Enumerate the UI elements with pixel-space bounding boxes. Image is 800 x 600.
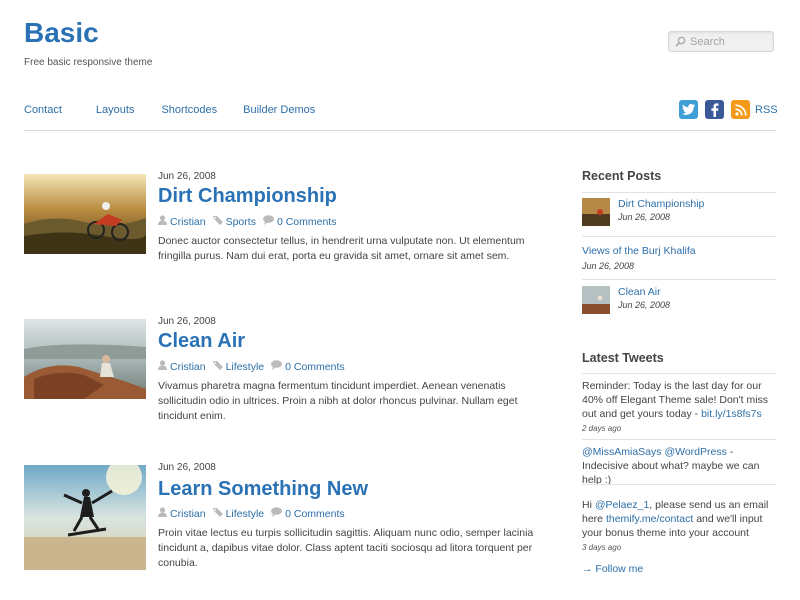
tweet-mention[interactable]: @MissAmiaSays (582, 446, 662, 458)
category-icon (212, 215, 223, 228)
tweet-time: 2 days ago (582, 424, 622, 433)
recent-post-thumbnail[interactable] (582, 198, 610, 226)
comment-icon (262, 215, 274, 228)
search-box[interactable] (668, 31, 774, 52)
post-date: Jun 26, 2008 (158, 171, 216, 182)
nav-item-layouts[interactable]: Layouts (96, 104, 135, 116)
post-meta: Cristian Lifestyle 0 Comments (158, 360, 352, 373)
recent-post-link[interactable]: Dirt Championship (618, 198, 704, 210)
post-meta: Cristian Lifestyle 0 Comments (158, 507, 352, 520)
post-thumbnail[interactable] (24, 174, 146, 254)
tweet-mention[interactable]: @WordPress (664, 446, 726, 458)
tweet-link[interactable]: bit.ly/1s8fs7s (701, 408, 762, 420)
nav-item-shortcodes[interactable]: Shortcodes (161, 104, 217, 116)
recent-post-thumbnail[interactable] (582, 286, 610, 314)
post-author-link[interactable]: Cristian (170, 508, 206, 520)
post-title[interactable]: Learn Something New (158, 478, 368, 501)
category-icon (212, 507, 223, 520)
follow-me-link[interactable]: → Follow me (582, 563, 643, 575)
widget-divider (582, 279, 776, 280)
site-description: Free basic responsive theme (24, 57, 153, 68)
author-icon (158, 507, 167, 520)
facebook-icon[interactable] (705, 100, 724, 119)
post-category-link[interactable]: Sports (226, 216, 256, 228)
rss-icon[interactable] (731, 100, 750, 119)
post-author-link[interactable]: Cristian (170, 361, 206, 373)
post-comments-link[interactable]: 0 Comments (285, 361, 345, 373)
tweet-text: Hi @Pelaez_1, please send us an email he… (582, 499, 769, 539)
post-comments-link[interactable]: 0 Comments (277, 216, 337, 228)
post-excerpt: Proin vitae lectus eu turpis sollicitudi… (158, 527, 534, 569)
recent-post-date: Jun 26, 2008 (582, 261, 635, 271)
social-links: RSS (679, 100, 778, 119)
nav-item-builder-demos[interactable]: Builder Demos (243, 104, 315, 116)
tweet-link[interactable]: themify.me/contact (606, 513, 693, 525)
post-date: Jun 26, 2008 (158, 316, 216, 327)
tweet-time: 3 days ago (582, 543, 622, 552)
author-icon (158, 360, 167, 373)
widget-divider (582, 192, 776, 193)
recent-post-link[interactable]: Views of the Burj Khalifa (582, 245, 696, 257)
comment-icon (271, 507, 283, 520)
post-category-link[interactable]: Lifestyle (226, 361, 265, 373)
tweet-text: @MissAmiaSays @WordPress - Indecisive ab… (582, 446, 760, 486)
recent-post-date: Jun 26, 2008 (618, 212, 671, 222)
post-title[interactable]: Clean Air (158, 330, 245, 353)
post-meta: Cristian Sports 0 Comments (158, 215, 343, 228)
widget-divider (582, 484, 776, 485)
tweet-mention[interactable]: @Pelaez_1 (595, 499, 649, 511)
search-icon (675, 36, 686, 47)
main-nav: Contact Layouts Shortcodes Builder Demos (24, 104, 315, 116)
comment-icon (271, 360, 283, 373)
nav-divider (24, 130, 776, 131)
post-category-link[interactable]: Lifestyle (226, 508, 265, 520)
post-title[interactable]: Dirt Championship (158, 185, 337, 208)
post-comments-link[interactable]: 0 Comments (285, 508, 345, 520)
widget-divider (582, 236, 776, 237)
post-thumbnail[interactable] (24, 319, 146, 399)
rss-link[interactable]: RSS (755, 104, 778, 116)
site-title[interactable]: Basic (24, 17, 99, 49)
author-icon (158, 215, 167, 228)
widget-divider (582, 439, 776, 440)
tweet-text: Reminder: Today is the last day for our … (582, 380, 769, 420)
recent-post-link[interactable]: Clean Air (618, 286, 661, 298)
search-input[interactable] (686, 35, 770, 48)
category-icon (212, 360, 223, 373)
widget-divider (582, 373, 776, 374)
post-date: Jun 26, 2008 (158, 462, 216, 473)
recent-posts-heading: Recent Posts (582, 169, 662, 183)
post-excerpt: Donec auctor consectetur tellus, in hend… (158, 235, 525, 262)
post-author-link[interactable]: Cristian (170, 216, 206, 228)
nav-item-contact[interactable]: Contact (24, 104, 62, 116)
latest-tweets-heading: Latest Tweets (582, 351, 664, 365)
recent-post-date: Jun 26, 2008 (618, 300, 671, 310)
twitter-icon[interactable] (679, 100, 698, 119)
post-excerpt: Vivamus pharetra magna fermentum tincidu… (158, 380, 518, 422)
post-thumbnail[interactable] (24, 465, 146, 570)
